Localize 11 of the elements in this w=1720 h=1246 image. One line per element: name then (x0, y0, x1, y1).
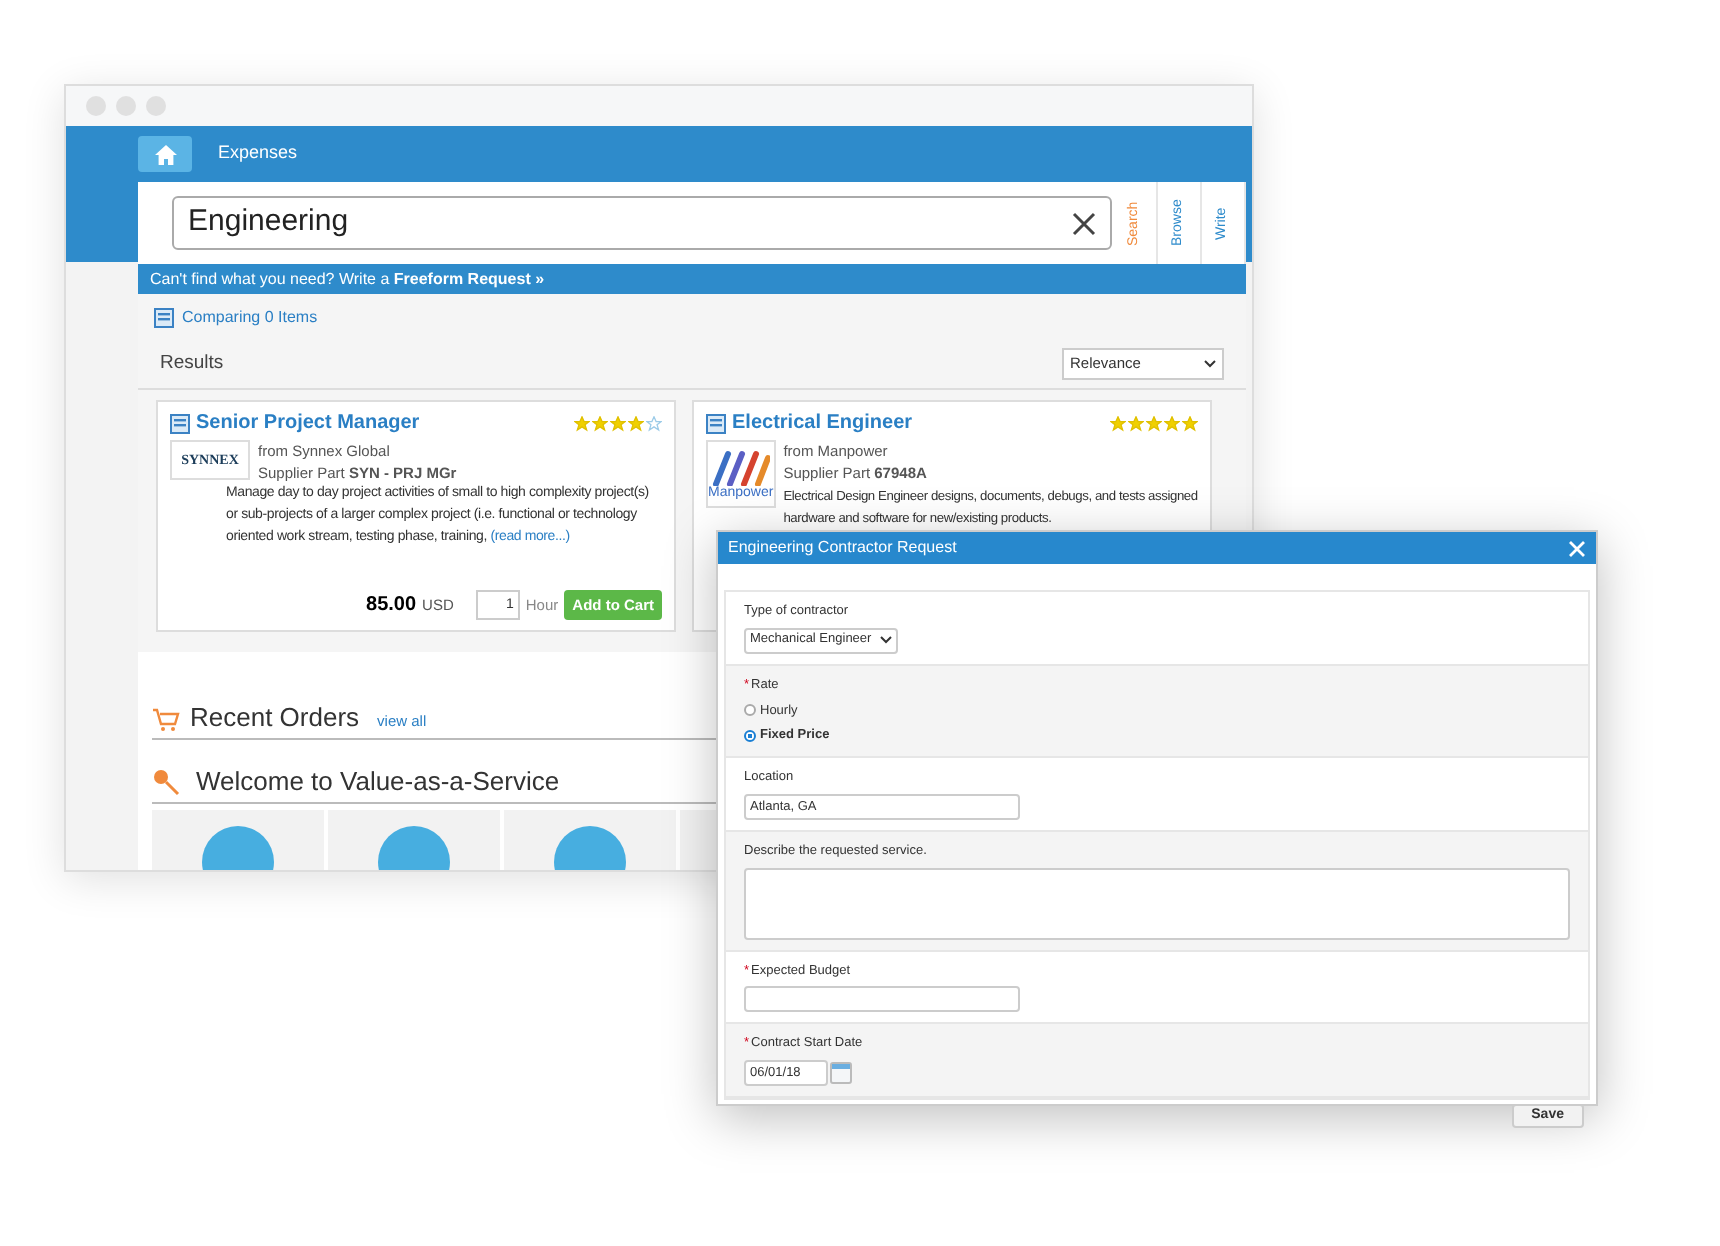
section-heading: Recent Orders (190, 704, 360, 732)
search-field[interactable]: Engineering (172, 196, 1112, 250)
result-title[interactable]: Electrical Engineer (732, 412, 913, 436)
nav-tab[interactable]: Expenses (218, 140, 298, 168)
price: 85.00 (366, 594, 417, 616)
results-heading: Results (160, 349, 224, 378)
dialog-title: Engineering Contractor Request (728, 536, 957, 560)
result-title[interactable]: Senior Project Manager (196, 412, 420, 436)
compare-link[interactable]: Comparing 0 Items (182, 306, 318, 330)
freeform-banner[interactable]: Can't find what you need? Write a Freeform Request » (138, 264, 1246, 294)
section-heading: Welcome to Value-as-a-Service (196, 768, 560, 796)
